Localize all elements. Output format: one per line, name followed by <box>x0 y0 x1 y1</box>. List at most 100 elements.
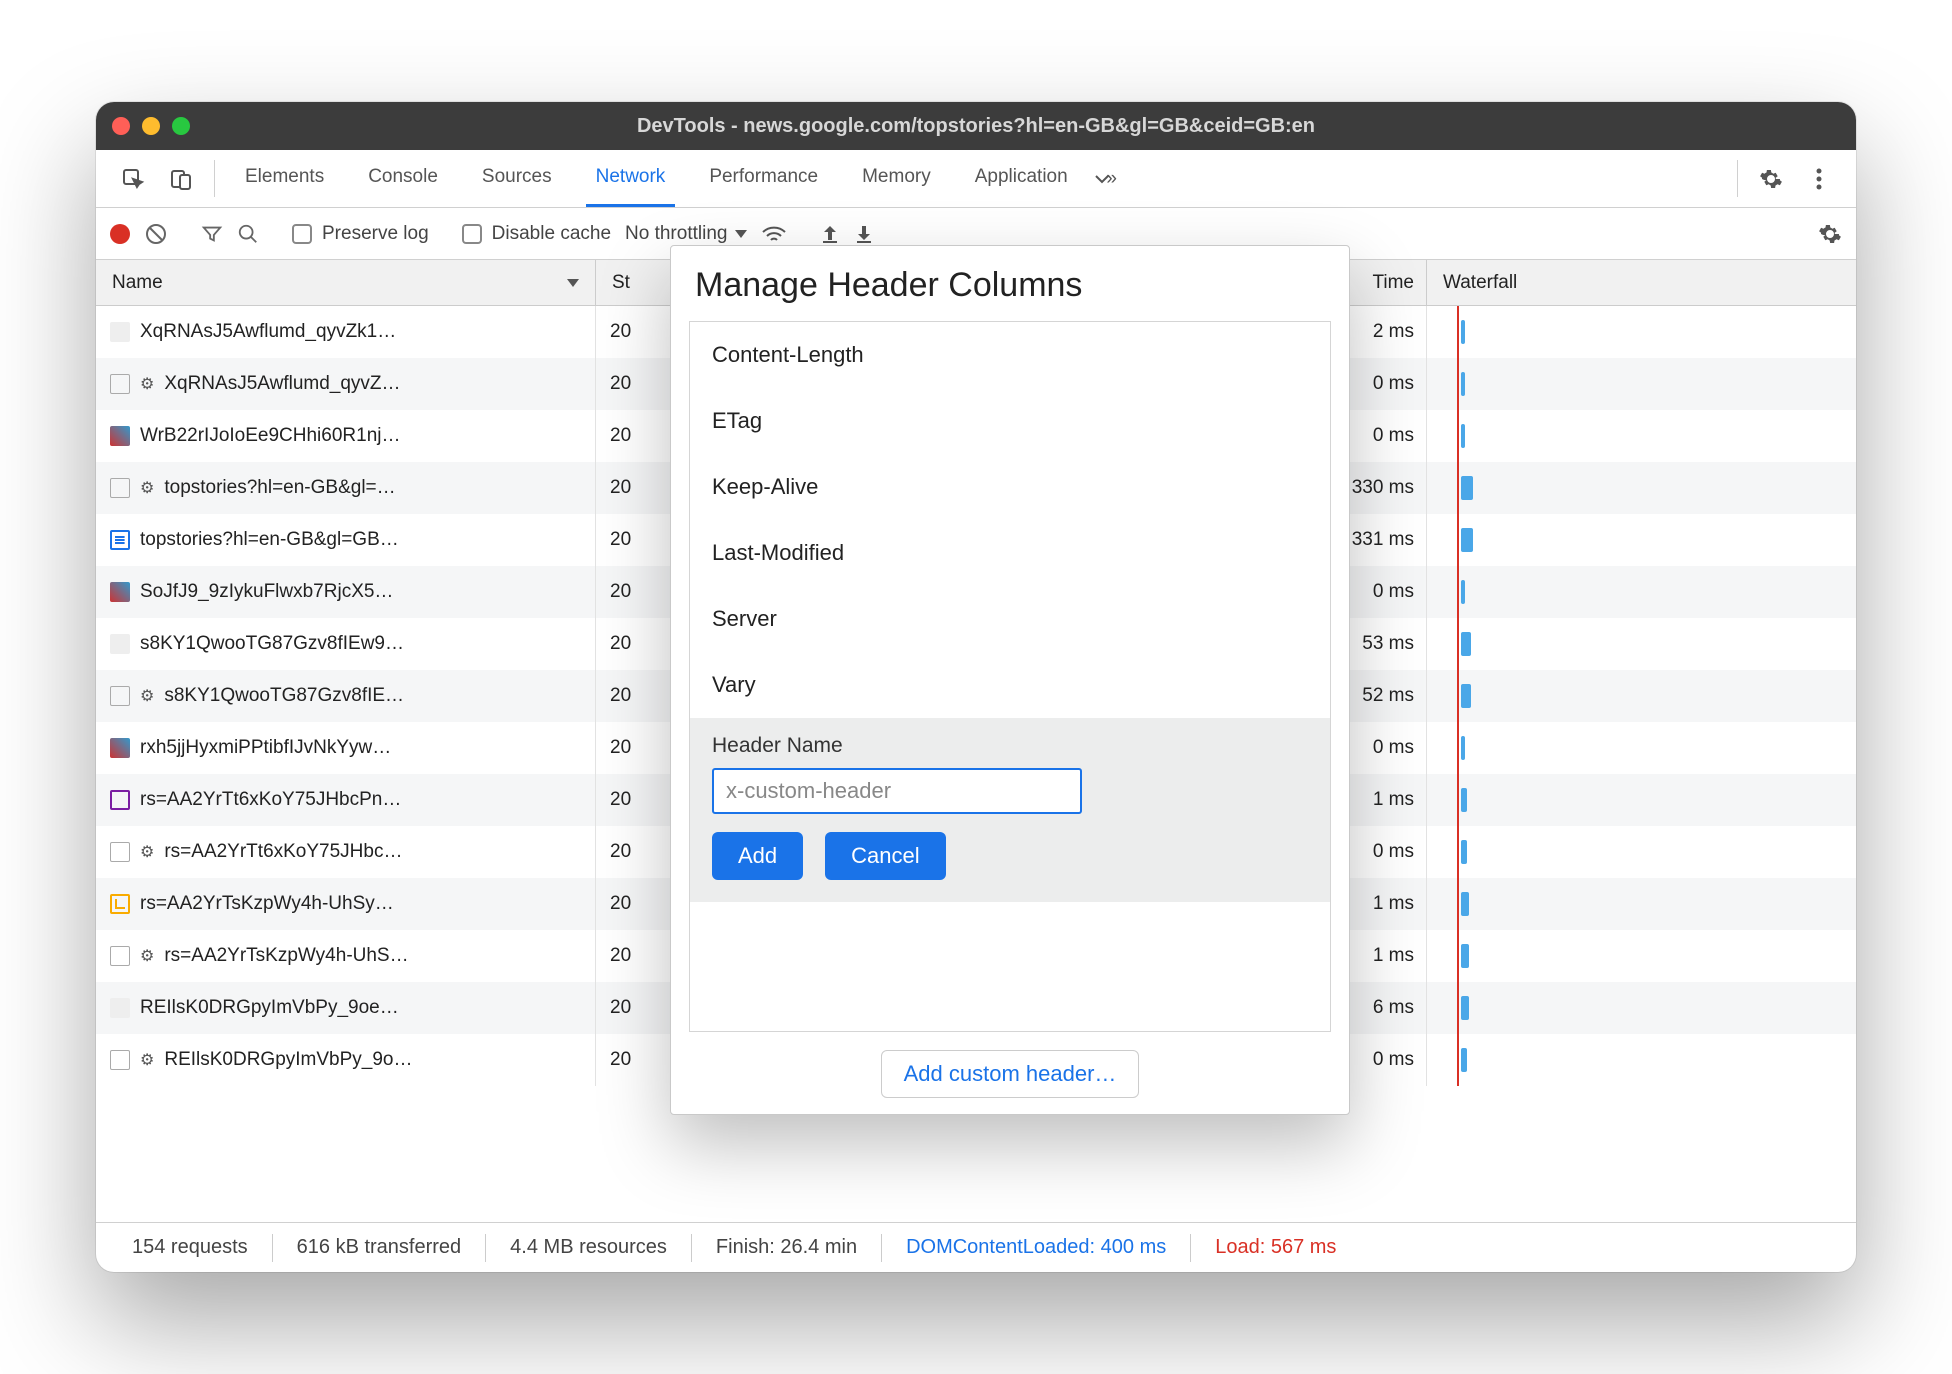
waterfall-cell <box>1426 462 1856 514</box>
file-type-icon <box>110 842 130 862</box>
request-name: rxh5jjHyxmiPPtibfIJvNkYyw… <box>140 737 391 759</box>
file-type-icon <box>110 634 130 654</box>
status-requests: 154 requests <box>112 1236 268 1259</box>
network-settings-icon[interactable] <box>1818 222 1842 246</box>
throttling-value: No throttling <box>625 223 727 245</box>
add-button[interactable]: Add <box>712 832 803 880</box>
sort-caret-icon <box>567 279 579 287</box>
tab-performance[interactable]: Performance <box>699 150 828 207</box>
upload-icon[interactable] <box>820 224 840 244</box>
status-resources: 4.4 MB resources <box>490 1236 687 1259</box>
network-statusbar: 154 requests 616 kB transferred 4.4 MB r… <box>96 1222 1856 1272</box>
header-list-item[interactable]: Content-Length <box>690 322 1330 388</box>
column-header-waterfall[interactable]: Waterfall <box>1426 260 1856 305</box>
preserve-log-label: Preserve log <box>322 223 429 245</box>
column-header-name[interactable]: Name <box>96 260 596 305</box>
file-type-icon <box>110 1050 130 1070</box>
request-name: s8KY1QwooTG87Gzv8fIE… <box>164 685 404 707</box>
request-name: rs=AA2YrTt6xKoY75JHbc… <box>164 841 402 863</box>
gear-icon: ⚙ <box>140 478 154 498</box>
tab-sources[interactable]: Sources <box>472 150 562 207</box>
waterfall-cell <box>1426 774 1856 826</box>
gear-icon: ⚙ <box>140 374 154 394</box>
file-type-icon <box>110 478 130 498</box>
gear-icon: ⚙ <box>140 1050 154 1070</box>
disable-cache-checkbox[interactable]: Disable cache <box>462 223 611 245</box>
tab-console[interactable]: Console <box>358 150 448 207</box>
request-name: REIlsK0DRGpyImVbPy_9oe… <box>140 997 399 1019</box>
request-name: WrB22rIJoIoEe9CHhi60R1nj… <box>140 425 401 447</box>
status-transferred: 616 kB transferred <box>277 1236 482 1259</box>
file-type-icon <box>110 530 130 550</box>
tab-network[interactable]: Network <box>586 150 676 207</box>
request-name: topstories?hl=en-GB&gl=… <box>164 477 395 499</box>
file-type-icon <box>110 894 130 914</box>
network-conditions-icon[interactable] <box>761 223 787 245</box>
request-name: XqRNAsJ5Awflumd_qyvZk1… <box>140 321 396 343</box>
inspect-icon[interactable] <box>112 150 154 207</box>
status-finish: Finish: 26.4 min <box>696 1236 877 1259</box>
more-tabs-icon[interactable]: » <box>1084 150 1126 207</box>
kebab-menu-icon[interactable] <box>1798 150 1840 207</box>
file-type-icon <box>110 738 130 758</box>
tab-application[interactable]: Application <box>965 150 1078 207</box>
file-type-icon <box>110 790 130 810</box>
dropdown-caret-icon <box>735 230 747 238</box>
file-type-icon <box>110 998 130 1018</box>
file-type-icon <box>110 426 130 446</box>
waterfall-cell <box>1426 982 1856 1034</box>
waterfall-cell <box>1426 826 1856 878</box>
cancel-button[interactable]: Cancel <box>825 832 945 880</box>
header-list-item[interactable]: Last-Modified <box>690 520 1330 586</box>
waterfall-cell <box>1426 930 1856 982</box>
window-title: DevTools - news.google.com/topstories?hl… <box>96 115 1856 138</box>
settings-icon[interactable] <box>1750 150 1792 207</box>
request-name: rs=AA2YrTsKzpWy4h-UhSy… <box>140 893 394 915</box>
manage-header-columns-popup: Manage Header Columns Content-LengthETag… <box>670 245 1350 1115</box>
header-name-label: Header Name <box>712 734 1308 758</box>
add-custom-header-button[interactable]: Add custom header… <box>881 1050 1140 1098</box>
header-list: Content-LengthETagKeep-AliveLast-Modifie… <box>689 321 1331 1032</box>
waterfall-cell <box>1426 878 1856 930</box>
header-list-item[interactable]: Server <box>690 586 1330 652</box>
waterfall-cell <box>1426 1034 1856 1086</box>
waterfall-cell <box>1426 566 1856 618</box>
preserve-log-checkbox[interactable]: Preserve log <box>292 223 429 245</box>
request-name: topstories?hl=en-GB&gl=GB… <box>140 529 399 551</box>
waterfall-cell <box>1426 410 1856 462</box>
window-titlebar: DevTools - news.google.com/topstories?hl… <box>96 102 1856 150</box>
request-name: rs=AA2YrTsKzpWy4h-UhS… <box>164 945 408 967</box>
request-name: rs=AA2YrTt6xKoY75JHbcPn… <box>140 789 401 811</box>
header-list-item[interactable]: Vary <box>690 652 1330 718</box>
gear-icon: ⚙ <box>140 686 154 706</box>
waterfall-cell <box>1426 722 1856 774</box>
header-name-input[interactable] <box>712 768 1082 814</box>
tab-memory[interactable]: Memory <box>852 150 941 207</box>
throttling-select[interactable]: No throttling <box>625 223 747 245</box>
custom-header-form: Header Name Add Cancel <box>690 718 1330 902</box>
waterfall-cell <box>1426 618 1856 670</box>
waterfall-cell <box>1426 514 1856 566</box>
download-icon[interactable] <box>854 224 874 244</box>
gear-icon: ⚙ <box>140 946 154 966</box>
clear-icon[interactable] <box>144 222 168 246</box>
header-list-item[interactable]: Keep-Alive <box>690 454 1330 520</box>
waterfall-cell <box>1426 306 1856 358</box>
record-button[interactable] <box>110 224 130 244</box>
tab-elements[interactable]: Elements <box>235 150 334 207</box>
file-type-icon <box>110 946 130 966</box>
file-type-icon <box>110 322 130 342</box>
header-list-item[interactable]: ETag <box>690 388 1330 454</box>
device-toggle-icon[interactable] <box>160 150 202 207</box>
request-name: REIlsK0DRGpyImVbPy_9o… <box>164 1049 412 1071</box>
popup-title: Manage Header Columns <box>671 246 1349 321</box>
search-icon[interactable] <box>237 223 259 245</box>
file-type-icon <box>110 686 130 706</box>
devtools-tabstrip: Elements Console Sources Network Performance… <box>96 150 1856 208</box>
file-type-icon <box>110 582 130 602</box>
status-domcontentloaded: DOMContentLoaded: 400 ms <box>886 1236 1186 1259</box>
filter-icon[interactable] <box>201 223 223 245</box>
request-name: s8KY1QwooTG87Gzv8fIEw9… <box>140 633 404 655</box>
waterfall-cell <box>1426 670 1856 722</box>
disable-cache-label: Disable cache <box>492 223 611 245</box>
